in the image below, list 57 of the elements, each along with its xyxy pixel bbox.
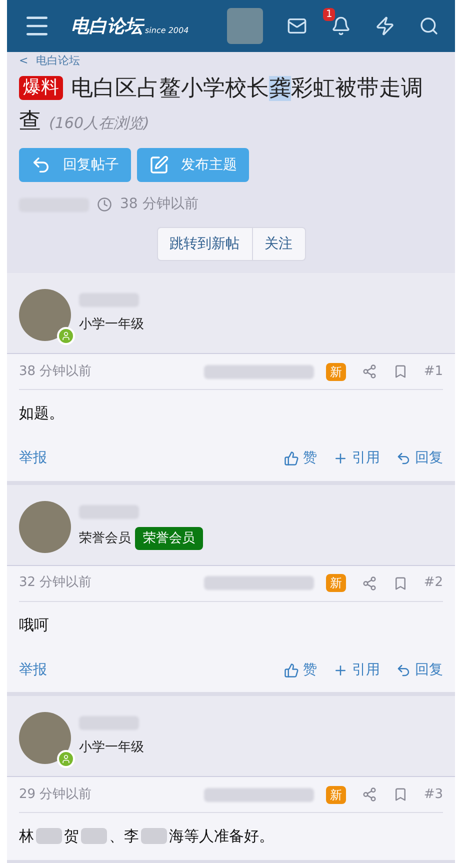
plus-icon[interactable]	[333, 662, 348, 678]
notification-count: 1	[323, 8, 336, 21]
reply-thread-button[interactable]: 回复帖子	[19, 148, 131, 182]
thread-time: 38 分钟以前	[120, 195, 198, 214]
bookmark-icon[interactable]	[392, 576, 408, 590]
post-number[interactable]: #2	[424, 573, 443, 593]
avatar[interactable]	[19, 712, 71, 764]
quote-link[interactable]: 引用	[352, 448, 380, 469]
thread-title: 爆料 电白区占鳌小学校长龚彩虹被带走调查 (160人在浏览)	[19, 75, 424, 136]
reply-arrow-icon[interactable]	[396, 451, 411, 466]
reply-link[interactable]: 回复	[415, 660, 443, 680]
user-title: 小学一年级	[79, 739, 144, 757]
reply-arrow-icon	[31, 155, 51, 175]
clock-icon	[97, 197, 112, 212]
breadcrumb-arrow[interactable]: <	[19, 54, 28, 68]
report-link[interactable]: 举报	[19, 660, 47, 680]
share-icon[interactable]	[362, 787, 377, 802]
quote-link[interactable]: 引用	[352, 660, 380, 680]
bookmark-icon[interactable]	[392, 364, 408, 379]
share-icon[interactable]	[362, 364, 377, 379]
post-content: 哦呵	[19, 614, 50, 636]
post-time[interactable]: 29 分钟以前	[19, 784, 92, 804]
avatar[interactable]	[19, 289, 71, 341]
like-link[interactable]: 赞	[303, 448, 317, 469]
post-content: 林 贺 、李 海等人准备好。	[19, 826, 275, 847]
reply-arrow-icon[interactable]	[396, 662, 411, 678]
share-icon[interactable]	[362, 576, 377, 590]
search-icon[interactable]	[419, 16, 439, 36]
jump-to-new-button[interactable]: 跳转到新帖	[158, 228, 252, 260]
site-logo[interactable]: 电白论坛	[71, 12, 143, 40]
avatar[interactable]	[19, 500, 71, 552]
member-badge: 荣誉会员	[135, 526, 203, 550]
new-tag: 新	[326, 574, 346, 592]
thumbs-up-icon[interactable]	[284, 451, 299, 466]
follow-button[interactable]: 关注	[252, 228, 304, 260]
new-tag: 新	[326, 786, 346, 804]
thumbs-up-icon[interactable]	[284, 662, 299, 678]
bookmark-icon[interactable]	[392, 787, 408, 802]
reply-link[interactable]: 回复	[415, 448, 443, 469]
breadcrumb-link[interactable]: 电白论坛	[36, 54, 80, 68]
post-time[interactable]: 38 分钟以前	[19, 362, 92, 382]
lightning-icon[interactable]	[375, 16, 395, 36]
edit-icon	[149, 155, 169, 175]
post-number[interactable]: #1	[424, 362, 443, 382]
user-title: 小学一年级	[79, 316, 144, 334]
post-time[interactable]: 32 分钟以前	[19, 573, 92, 593]
logo-tagline: since 2004	[145, 26, 189, 34]
post-number[interactable]: #3	[424, 784, 443, 804]
plus-icon[interactable]	[333, 451, 348, 466]
bell-icon[interactable]	[331, 16, 351, 36]
like-link[interactable]: 赞	[303, 660, 317, 680]
new-tag: 新	[326, 362, 346, 380]
mail-icon[interactable]	[287, 16, 307, 36]
report-link[interactable]: 举报	[19, 448, 47, 469]
post-content: 如题。	[19, 403, 65, 424]
user-title: 荣誉会员	[79, 530, 131, 548]
new-topic-button[interactable]: 发布主题	[137, 148, 249, 182]
